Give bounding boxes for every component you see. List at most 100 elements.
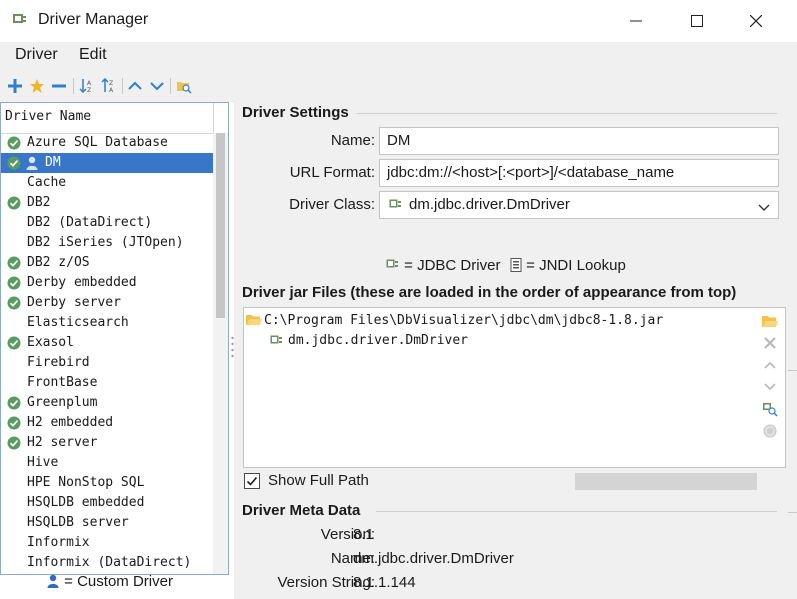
- maximize-button[interactable]: [674, 0, 720, 42]
- driver-list-item[interactable]: Exasol: [1, 333, 213, 353]
- find-driver-class-icon[interactable]: [761, 400, 779, 418]
- meta-data-heading: Driver Meta Data: [242, 502, 361, 519]
- svg-text:A: A: [87, 80, 92, 87]
- jdbc-driver-icon: [270, 335, 284, 351]
- move-up-icon[interactable]: [761, 356, 779, 374]
- driver-list-item[interactable]: Derby server: [1, 293, 213, 313]
- driver-name: DB2 (DataDirect): [27, 215, 153, 230]
- jar-driver-class[interactable]: dm.jdbc.driver.DmDriver: [288, 333, 468, 348]
- driver-list-item[interactable]: DB2: [1, 193, 213, 213]
- toolbar-separator: [122, 78, 123, 94]
- menu-bar: Driver Edit: [0, 42, 797, 70]
- jndi-lookup-icon: [510, 258, 522, 272]
- user-icon: [46, 574, 60, 588]
- driver-list-item[interactable]: HPE NonStop SQL: [1, 473, 213, 493]
- driver-list-item[interactable]: HSQLDB server: [1, 513, 213, 533]
- delete-icon[interactable]: [761, 334, 779, 352]
- move-up-icon[interactable]: [126, 77, 144, 95]
- jar-path[interactable]: C:\Program Files\DbVisualizer\jdbc\dm\jd…: [264, 313, 663, 328]
- column-divider: [213, 103, 214, 133]
- driver-list-item[interactable]: Elasticsearch: [1, 313, 213, 333]
- driver-list-item[interactable]: Derby embedded: [1, 273, 213, 293]
- driver-list-item[interactable]: H2 embedded: [1, 413, 213, 433]
- driver-list-item[interactable]: Firebird: [1, 353, 213, 373]
- window-edge: [788, 370, 797, 371]
- driver-list-item[interactable]: DB2 z/OS: [1, 253, 213, 273]
- add-icon[interactable]: [6, 77, 24, 95]
- driver-name: Derby server: [27, 295, 121, 310]
- chevron-down-icon: [758, 200, 770, 216]
- driver-list-item[interactable]: Greenplum: [1, 393, 213, 413]
- driver-name: H2 embedded: [27, 415, 114, 430]
- show-full-path-checkbox[interactable]: [244, 473, 260, 489]
- jndi-legend: = JNDI Lookup: [510, 257, 626, 274]
- driver-list-scrollbar[interactable]: [213, 133, 228, 574]
- driver-list-item[interactable]: Cache: [1, 173, 213, 193]
- driver-name: Greenplum: [27, 395, 98, 410]
- jar-files-heading: Driver jar Files (these are loaded in th…: [242, 284, 737, 301]
- driver-name: HPE NonStop SQL: [27, 475, 145, 490]
- find-drivers-icon[interactable]: [175, 77, 193, 95]
- custom-driver-legend: = Custom Driver: [46, 573, 173, 590]
- driver-list-item[interactable]: Informix (DataDirect): [1, 553, 213, 573]
- menu-edit[interactable]: Edit: [79, 46, 107, 64]
- sort-ascending-icon[interactable]: ZA: [100, 77, 118, 95]
- driver-list-item[interactable]: FrontBase: [1, 373, 213, 393]
- close-button[interactable]: [733, 0, 779, 42]
- driver-name: Azure SQL Database: [27, 135, 168, 150]
- minimize-button[interactable]: [613, 0, 659, 42]
- jdbc-legend: = JDBC Driver: [386, 257, 500, 274]
- driver-list-item[interactable]: DB2 (DataDirect): [1, 213, 213, 233]
- show-full-path-label[interactable]: Show Full Path: [268, 472, 369, 489]
- meta-version-string-value: 8.1.1.144: [353, 574, 416, 591]
- move-down-icon[interactable]: [761, 378, 779, 396]
- check-circle-icon: [7, 336, 21, 350]
- driver-list: Azure SQL Database DM Cache DB2 DB2 (DataDir…: [1, 133, 213, 574]
- svg-text:A: A: [109, 87, 114, 94]
- check-circle-icon: [7, 276, 21, 290]
- jdbc-driver-icon: [389, 199, 403, 215]
- driver-manager-icon: [12, 13, 28, 31]
- scrollbar-thumb[interactable]: [216, 133, 225, 318]
- driver-name: Derby embedded: [27, 275, 137, 290]
- meta-name-value: dm.jdbc.driver.DmDriver: [353, 550, 514, 567]
- check-circle-icon: [7, 416, 21, 430]
- driver-list-item[interactable]: H2 server: [1, 433, 213, 453]
- driver-list-item[interactable]: DM: [1, 153, 213, 173]
- driver-name: H2 server: [27, 435, 98, 450]
- driver-name: Informix: [27, 535, 90, 550]
- remove-icon[interactable]: [50, 77, 68, 95]
- section-divider: [357, 113, 777, 114]
- record-icon[interactable]: [761, 422, 779, 440]
- driver-class-select[interactable]: dm.jdbc.driver.DmDriver: [379, 191, 779, 219]
- driver-list-header[interactable]: Driver Name: [1, 103, 214, 134]
- check-circle-icon: [7, 156, 21, 170]
- driver-list-item[interactable]: Azure SQL Database: [1, 133, 213, 153]
- driver-name: DB2: [27, 195, 51, 210]
- driver-name: Informix (DataDirect): [27, 555, 192, 570]
- jar-files-list[interactable]: C:\Program Files\DbVisualizer\jdbc\dm\jd…: [243, 307, 786, 468]
- url-format-field[interactable]: jdbc:dm://<host>[:<port>]/<database_name: [379, 159, 779, 187]
- custom-driver-legend-label: = Custom Driver: [64, 573, 173, 590]
- driver-class-value: dm.jdbc.driver.DmDriver: [409, 196, 570, 213]
- name-field[interactable]: DM: [379, 127, 779, 155]
- driver-name: DB2 z/OS: [27, 255, 90, 270]
- driver-settings-panel: Driver Settings Name: DM URL Format: jdb…: [234, 102, 797, 599]
- add-jar-folder-icon[interactable]: [761, 312, 779, 330]
- driver-list-item[interactable]: DB2 iSeries (JTOpen): [1, 233, 213, 253]
- jdbc-legend-label: = JDBC Driver: [404, 257, 501, 274]
- toolbar-separator: [73, 78, 74, 94]
- menu-driver[interactable]: Driver: [15, 46, 58, 64]
- driver-list-item[interactable]: Informix: [1, 533, 213, 553]
- check-circle-icon: [7, 436, 21, 450]
- column-header-driver-name[interactable]: Driver Name: [5, 109, 91, 124]
- driver-list-item[interactable]: HSQLDB embedded: [1, 493, 213, 513]
- driver-name: HSQLDB embedded: [27, 495, 145, 510]
- driver-name: Firebird: [27, 355, 90, 370]
- driver-list-item[interactable]: Hive: [1, 453, 213, 473]
- move-down-icon[interactable]: [148, 77, 166, 95]
- check-circle-icon: [7, 256, 21, 270]
- star-icon[interactable]: [28, 77, 46, 95]
- sort-descending-icon[interactable]: AZ: [78, 77, 96, 95]
- driver-settings-heading: Driver Settings: [242, 104, 349, 121]
